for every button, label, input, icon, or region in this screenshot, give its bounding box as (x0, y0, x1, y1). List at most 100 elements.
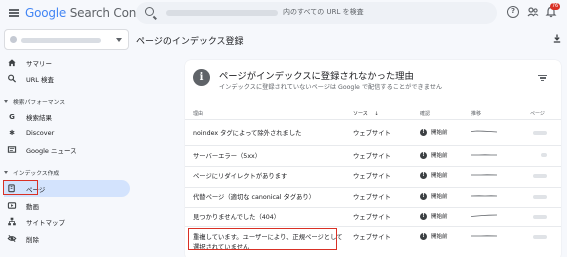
page-title: ページのインデックス登録 (136, 37, 244, 47)
removals-icon (7, 234, 17, 243)
row-source: ウェブサイト (353, 153, 391, 160)
redacted-page-count (533, 195, 547, 199)
sidebar-item-videos[interactable]: 動画 (4, 197, 130, 214)
menu-icon[interactable] (9, 9, 19, 17)
trend-sparkline (471, 195, 497, 197)
column-header-pages[interactable]: ページ (530, 110, 545, 117)
row-status-label: 開始前 (431, 130, 448, 136)
divider (185, 207, 561, 208)
sidebar-item-removals[interactable]: 削除 (4, 230, 130, 247)
row-status-label: 開始前 (431, 194, 448, 200)
trend-sparkline (471, 174, 497, 176)
row-source: ウェブサイト (353, 194, 391, 201)
people-icon[interactable] (527, 6, 539, 18)
redacted-page-count (533, 131, 547, 135)
trend-sparkline (471, 154, 497, 156)
filter-icon[interactable] (538, 75, 547, 82)
redacted-page-count (533, 235, 547, 239)
alert-icon: ! (420, 128, 427, 136)
redacted-domain (166, 10, 278, 16)
divider (185, 226, 561, 227)
notification-badge: 76 (550, 3, 560, 10)
row-status: ! 開始前 (420, 151, 448, 159)
highlight-box-duplicate (188, 228, 337, 250)
section-performance[interactable]: 検索パフォーマンス (4, 97, 65, 106)
row-status-label: 開始前 (431, 234, 448, 240)
search-placeholder: 内のすべての URL を検査 (283, 8, 364, 16)
row-status: ! 開始前 (420, 232, 448, 240)
row-reason[interactable]: 代替ページ（適切な canonical タグあり） (193, 192, 315, 201)
sidebar-item-summary[interactable]: サマリー (4, 54, 130, 71)
sidebar-item-label: 削除 (26, 235, 39, 244)
row-reason[interactable]: ページにリダイレクトがあります (193, 171, 287, 180)
divider (185, 187, 561, 188)
sidebar-item-sitemaps[interactable]: サイトマップ (4, 213, 130, 230)
news-icon (7, 146, 17, 153)
trend-sparkline (471, 130, 497, 133)
alert-icon: ! (420, 192, 427, 200)
alert-icon: ! (420, 212, 427, 220)
section-indexing[interactable]: インデックス作成 (4, 168, 59, 177)
column-header-source[interactable]: ソース ↓ (353, 110, 379, 117)
row-reason[interactable]: 見つかりませんでした（404） (193, 212, 280, 221)
column-header-validation[interactable]: 確認 (420, 110, 430, 117)
divider (185, 166, 561, 167)
logo-google: Google (25, 6, 67, 20)
redacted-property (21, 38, 101, 43)
divider (185, 145, 561, 146)
sidebar-item-label: URL 検査 (26, 75, 54, 84)
alert-icon: ! (420, 232, 427, 240)
row-status: ! 開始前 (420, 192, 448, 200)
row-status: ! 開始前 (420, 171, 448, 179)
sidebar-item-google-news[interactable]: Google ニュース (4, 141, 130, 158)
search-icon (145, 7, 154, 16)
sort-arrow-icon: ↓ (374, 111, 379, 117)
trend-sparkline (471, 235, 497, 237)
sidebar-item-label: サイトマップ (26, 218, 65, 227)
sidebar-item-label: 検索結果 (26, 113, 52, 122)
trend-sparkline (471, 214, 497, 217)
alert-icon: ! (420, 151, 427, 159)
card-subtitle: インデックスに登録されていないページは Google で配信することができません (219, 84, 443, 91)
sidebar-item-url-inspection[interactable]: URL 検査 (4, 70, 130, 87)
collapse-icon (4, 171, 8, 174)
row-reason[interactable]: サーバーエラー（5xx） (193, 151, 261, 160)
row-reason[interactable]: noindex タグによって除外されました (193, 128, 301, 137)
sitemap-icon (8, 217, 16, 226)
row-source: ウェブサイト (353, 214, 391, 221)
home-icon (8, 59, 16, 67)
sidebar-item-label: 動画 (26, 202, 39, 211)
sidebar-item-label: Discover (26, 128, 55, 137)
section-label: 検索パフォーマンス (13, 100, 66, 106)
sidebar-item-search-results[interactable]: G 検索結果 (4, 108, 130, 125)
highlight-box-pages (3, 180, 38, 195)
row-source: ウェブサイト (353, 130, 391, 137)
download-icon[interactable] (553, 34, 561, 43)
redacted-page-count (541, 153, 547, 157)
sidebar-item-discover[interactable]: ✱ Discover (4, 124, 130, 141)
url-inspect-search[interactable]: 内のすべての URL を検査 (136, 2, 497, 24)
discover-icon: ✱ (9, 128, 15, 137)
row-status: ! 開始前 (420, 128, 448, 136)
top-bar: Google Search Console 内のすべての URL を検査 ? 7… (0, 0, 567, 27)
redacted-page-count (533, 174, 547, 178)
sidebar-item-label: Google ニュース (26, 146, 77, 155)
section-label: インデックス作成 (13, 171, 60, 177)
row-status: ! 開始前 (420, 212, 448, 220)
row-status-label: 開始前 (431, 214, 448, 220)
row-source: ウェブサイト (353, 173, 391, 180)
help-icon[interactable]: ? (507, 6, 519, 18)
google-g-icon: G (9, 112, 15, 121)
property-icon (10, 36, 17, 43)
divider (185, 119, 561, 120)
alert-icon: ! (420, 171, 427, 179)
video-icon (7, 202, 17, 209)
column-header-reason[interactable]: 理由 (193, 110, 203, 117)
property-selector[interactable] (4, 29, 129, 50)
collapse-icon (4, 100, 8, 103)
row-status-label: 開始前 (431, 173, 448, 179)
row-source: ウェブサイト (353, 234, 391, 241)
chevron-down-icon (116, 38, 122, 42)
sidebar-item-label: サマリー (26, 59, 52, 68)
redacted-page-count (533, 215, 547, 219)
